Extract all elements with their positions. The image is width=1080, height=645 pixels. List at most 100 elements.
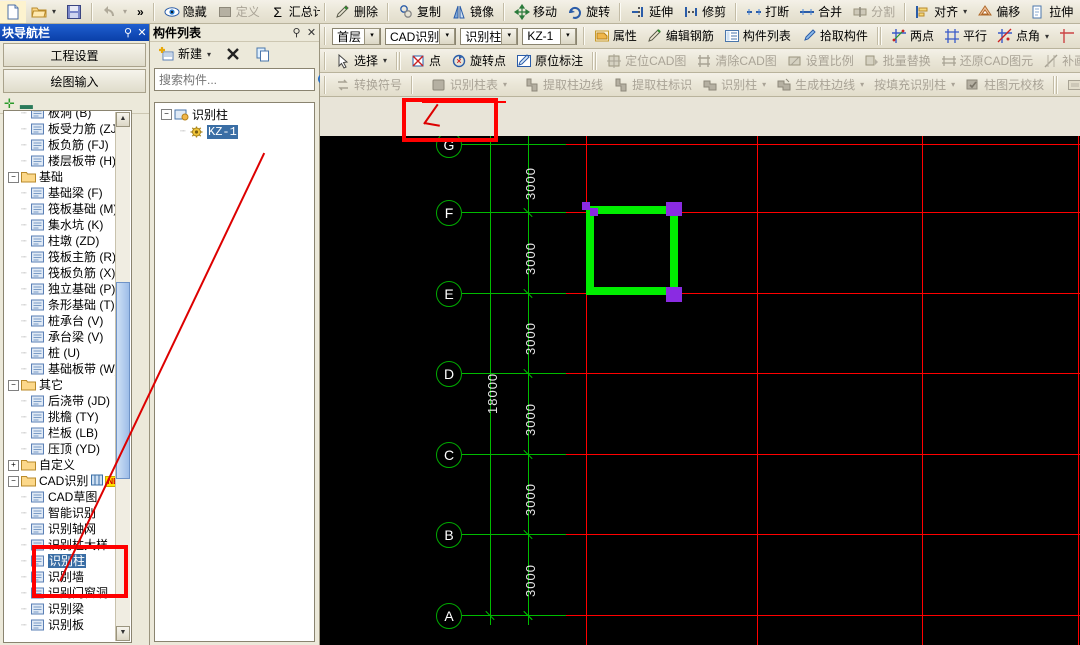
- tree-item[interactable]: ┈ 识别柱: [4, 553, 131, 569]
- merge-button[interactable]: 合并: [794, 1, 847, 23]
- scroll-thumb[interactable]: [116, 282, 130, 479]
- stretch-button[interactable]: 拉伸: [1025, 1, 1078, 23]
- tree-item[interactable]: ┈ 独立基础 (P): [4, 281, 131, 297]
- delete-button[interactable]: 删除: [330, 1, 383, 23]
- delete-component-button[interactable]: [220, 43, 246, 65]
- tree-item[interactable]: ┈ 识别墙: [4, 569, 131, 585]
- component-tree-item[interactable]: − 识别柱: [155, 106, 314, 123]
- more-commands-icon[interactable]: »: [132, 1, 149, 23]
- tree-item[interactable]: ┈ 桩承台 (V): [4, 313, 131, 329]
- undo-icon[interactable]: ▾: [97, 1, 132, 23]
- floor-select-arrow[interactable]: ▾: [363, 27, 380, 45]
- column-grip[interactable]: [582, 202, 590, 210]
- recognize-column-button[interactable]: 识别柱 ▾: [697, 74, 771, 96]
- axis-bubble-E[interactable]: E: [436, 281, 462, 307]
- select-button[interactable]: 选择 ▾: [330, 50, 392, 72]
- extract-column-edge-button[interactable]: 提取柱边线: [519, 74, 608, 96]
- tree-folder[interactable]: + 自定义: [4, 457, 131, 473]
- tree-item[interactable]: ┈ 识别板: [4, 617, 131, 633]
- component-select[interactable]: KZ-1 ▾: [522, 27, 577, 45]
- project-settings-button[interactable]: 工程设置: [3, 43, 146, 67]
- rotate-point-tool-button[interactable]: 旋转点: [446, 50, 511, 72]
- tree-item[interactable]: ┈ 板洞 (B): [4, 111, 131, 121]
- column-grip[interactable]: [674, 208, 682, 216]
- select-caret[interactable]: ▾: [383, 56, 387, 65]
- set-scale-button[interactable]: 设置比例: [782, 50, 859, 72]
- two-point-button[interactable]: 两点: [886, 25, 939, 47]
- search-component-row[interactable]: [154, 68, 331, 91]
- tree-item[interactable]: ┈ 柱墩 (ZD): [4, 233, 131, 249]
- tree-item[interactable]: ┈ 智能识别: [4, 505, 131, 521]
- copy-component-button[interactable]: [250, 43, 276, 65]
- show-guide-button[interactable]: 显示指: [1062, 74, 1080, 96]
- module-tree-scrollbar[interactable]: ▲ ▼: [115, 112, 130, 641]
- restore-cad-button[interactable]: 还原CAD图元: [936, 50, 1038, 72]
- point-tool-button[interactable]: 点: [405, 50, 446, 72]
- tree-item[interactable]: ┈ 基础梁 (F): [4, 185, 131, 201]
- save-icon[interactable]: [61, 1, 87, 23]
- insitu-annotation-button[interactable]: 原位标注: [511, 50, 588, 72]
- tree-folder[interactable]: −CAD识别NEW: [4, 473, 131, 489]
- break-button[interactable]: 打断: [741, 1, 794, 23]
- open-file-caret[interactable]: ▾: [52, 7, 56, 16]
- hide-button[interactable]: 隐藏: [159, 1, 212, 23]
- locate-cad-button[interactable]: 定位CAD图: [601, 50, 691, 72]
- cad-canvas[interactable]: G F E D C B A 3000 3000 3000 3000 3000 3000 18000: [320, 136, 1080, 645]
- recognize-by-fill-button[interactable]: 按填充识别柱 ▾: [869, 74, 960, 96]
- tree-item[interactable]: ┈ 识别轴网: [4, 521, 131, 537]
- copy-button[interactable]: 复制: [393, 1, 446, 23]
- split-button[interactable]: 分割: [847, 1, 900, 23]
- scroll-up-arrow[interactable]: ▲: [116, 112, 130, 127]
- point-angle-caret[interactable]: ▾: [1045, 32, 1049, 41]
- generate-column-edge-button[interactable]: 生成柱边线 ▾: [771, 74, 869, 96]
- column-element-check-button[interactable]: 柱图元校核: [960, 74, 1049, 96]
- tree-expander[interactable]: −: [8, 475, 19, 487]
- close-icon[interactable]: ✕: [135, 26, 149, 39]
- column-grip[interactable]: [666, 294, 674, 302]
- parallel-button[interactable]: 平行: [939, 25, 992, 47]
- mirror-button[interactable]: 镜像: [446, 1, 499, 23]
- extract-column-mark-button[interactable]: 提取柱标识: [608, 74, 697, 96]
- tree-item[interactable]: ┈ 条形基础 (T): [4, 297, 131, 313]
- tree-item[interactable]: ┈ 集水坑 (K): [4, 217, 131, 233]
- module-select-arrow[interactable]: ▾: [439, 27, 456, 45]
- align-button[interactable]: 对齐 ▾: [910, 1, 972, 23]
- tree-item[interactable]: ┈ 压顶 (YD): [4, 441, 131, 457]
- edit-rebar-button[interactable]: 编辑钢筋: [642, 25, 719, 47]
- tree-item[interactable]: ┈ 楼层板带 (H): [4, 153, 131, 169]
- component-tree-expander[interactable]: −: [161, 109, 172, 120]
- tree-item[interactable]: ┈ 识别梁: [4, 601, 131, 617]
- recognize-column-table-caret[interactable]: ▾: [503, 80, 507, 89]
- tree-item[interactable]: ┈ 识别门窗洞: [4, 585, 131, 601]
- new-component-button[interactable]: 新建 ▾: [154, 43, 216, 65]
- column-grip[interactable]: [674, 294, 682, 302]
- tree-expander[interactable]: +: [8, 459, 19, 471]
- new-file-icon[interactable]: [0, 0, 26, 23]
- tree-item[interactable]: ┈ 筏板负筋 (X): [4, 265, 131, 281]
- axis-extra-button[interactable]: [1054, 25, 1080, 47]
- axis-bubble-A[interactable]: A: [436, 603, 462, 629]
- tree-item[interactable]: ┈ 筏板主筋 (R): [4, 249, 131, 265]
- generate-column-edge-caret[interactable]: ▾: [860, 80, 864, 89]
- tree-item[interactable]: ┈ 挑檐 (TY): [4, 409, 131, 425]
- component-tree-item[interactable]: ┈ KZ-1: [155, 123, 314, 140]
- trim-button[interactable]: 修剪: [678, 1, 731, 23]
- column-left-bar[interactable]: [586, 206, 594, 295]
- axis-bubble-G[interactable]: G: [436, 136, 462, 158]
- tree-folder[interactable]: − 基础: [4, 169, 131, 185]
- tree-expander[interactable]: −: [8, 171, 19, 183]
- rotate-button[interactable]: 旋转: [562, 1, 615, 23]
- tree-item[interactable]: ┈ 基础板带 (W): [4, 361, 131, 377]
- tree-expander[interactable]: −: [8, 379, 19, 391]
- column-grip[interactable]: [590, 208, 598, 216]
- module-select[interactable]: CAD识别 ▾: [384, 27, 457, 45]
- offset-button[interactable]: 偏移: [972, 1, 1025, 23]
- axis-bubble-D[interactable]: D: [436, 361, 462, 387]
- tree-item[interactable]: ┈ 板受力筋 (ZJ): [4, 121, 131, 137]
- tree-item[interactable]: ┈ 板负筋 (FJ): [4, 137, 131, 153]
- axis-bubble-C[interactable]: C: [436, 442, 462, 468]
- component-select-arrow[interactable]: ▾: [559, 27, 576, 45]
- column-grip[interactable]: [666, 208, 674, 216]
- extend-button[interactable]: 延伸: [625, 1, 678, 23]
- draw-cad-line-button[interactable]: 补画CAD线: [1038, 50, 1080, 72]
